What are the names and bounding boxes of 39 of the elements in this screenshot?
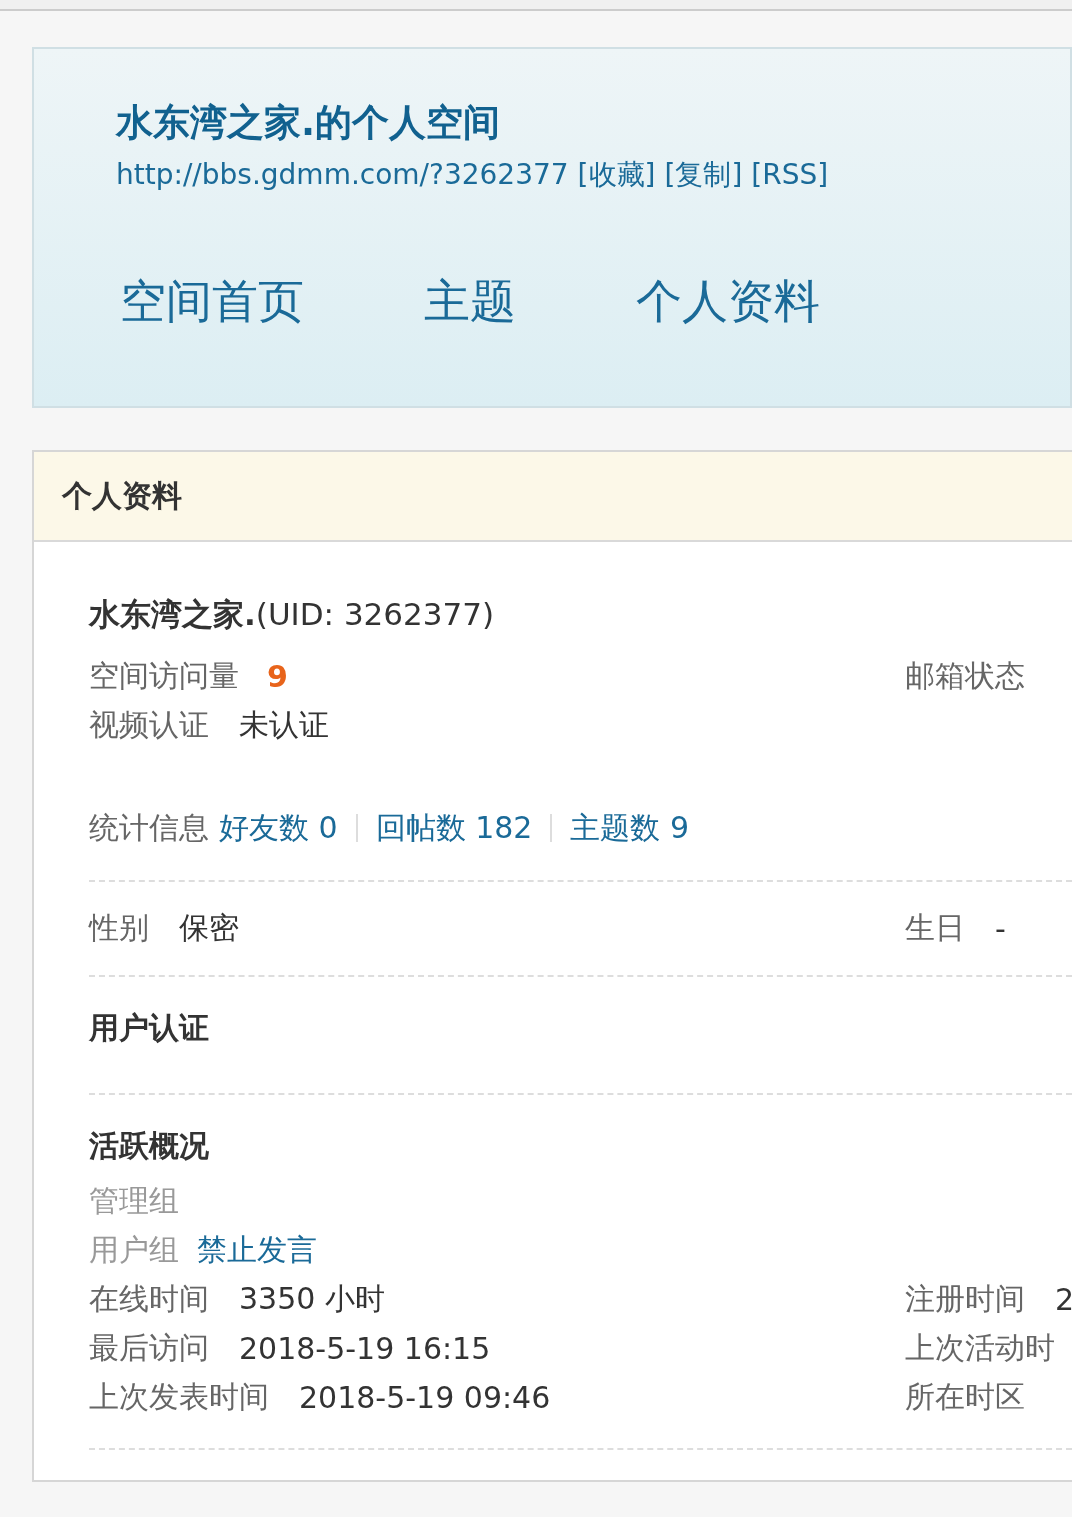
field-value: 2018-5-19 09:46 [299, 1380, 551, 1415]
field-label: 生日 [905, 909, 965, 947]
field-label: 用户组 [89, 1231, 179, 1269]
field-value: 未认证 [239, 706, 329, 744]
field-value: 保密 [179, 909, 239, 947]
field-label: 视频认证 [89, 706, 209, 744]
field-label: 最后访问 [89, 1329, 209, 1367]
field-label: 注册时间 [905, 1280, 1025, 1318]
group-link[interactable]: 禁止发言 [197, 1230, 317, 1271]
field-label: 性别 [89, 909, 149, 947]
field-label: 所在时区 [905, 1378, 1025, 1416]
field-value: 2018-5-19 16:15 [239, 1331, 491, 1366]
field-label: 上次发表时间 [89, 1378, 269, 1416]
field-label: 空间访问量 [89, 657, 239, 695]
section-title: 用户认证 [89, 1009, 210, 1047]
field-value: 3350 小时 [239, 1280, 385, 1318]
field-label: 管理组 [89, 1182, 179, 1220]
visit-count: 9 [267, 659, 288, 694]
user-id: (UID: 3262377) [255, 595, 495, 634]
stats-label: 统计信息 [89, 808, 209, 847]
nav-tab[interactable]: 主题 [424, 269, 516, 333]
field-value: - [995, 911, 1006, 946]
section-title: 活跃概况 [89, 1127, 210, 1165]
field-value: 2 [1055, 1282, 1072, 1317]
card-title: 个人资料 [62, 476, 182, 515]
action-link[interactable]: [复制] [664, 155, 743, 195]
field-label: 上次活动时 [905, 1329, 1055, 1367]
space-title: 水东湾之家.的个人空间 [116, 100, 502, 146]
field-label: 邮箱状态 [905, 657, 1025, 695]
url-link[interactable]: http://bbs.gdmm.com/?3262377 [116, 155, 569, 195]
field-label: 在线时间 [89, 1280, 209, 1318]
action-link[interactable]: [RSS] [751, 155, 829, 195]
stat-link[interactable]: 主题数 9 [570, 807, 690, 849]
stat-link[interactable]: 好友数 0 [219, 807, 338, 849]
user-name: 水东湾之家. [89, 595, 256, 634]
nav-tab[interactable]: 空间首页 [120, 269, 304, 333]
nav-tab[interactable]: 个人资料 [636, 269, 820, 333]
action-link[interactable]: [收藏] [577, 155, 656, 195]
stat-link[interactable]: 回帖数 182 [375, 807, 533, 849]
